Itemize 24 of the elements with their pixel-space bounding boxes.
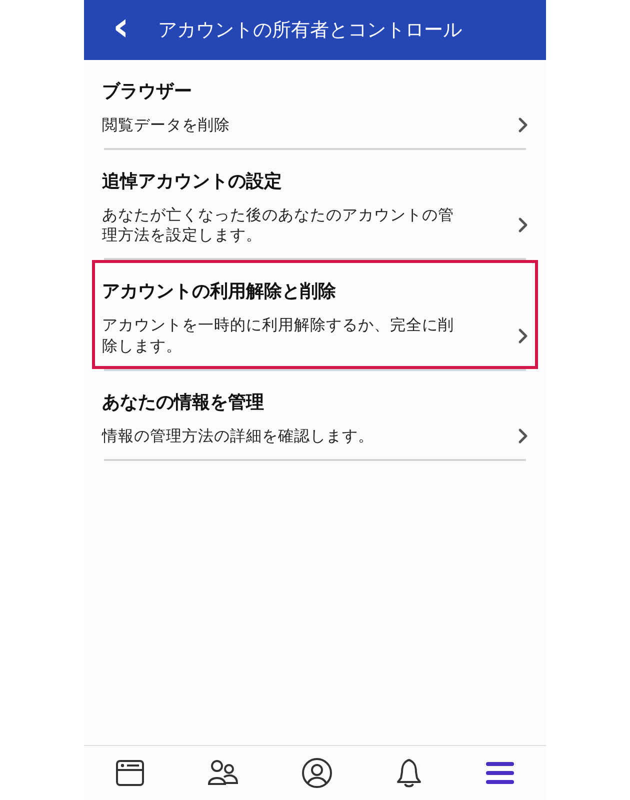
chevron-right-icon	[518, 217, 528, 234]
settings-section[interactable]: 追悼アカウントの設定 あなたが亡くなった後のあなたのアカウントの管理方法を設定します。	[92, 150, 538, 258]
section-description: あなたが亡くなった後のあなたのアカウントの管理方法を設定します。	[102, 205, 455, 246]
feed-icon	[115, 758, 145, 788]
bell-icon	[395, 757, 423, 789]
menu-icon	[485, 759, 515, 787]
chevron-right-icon	[518, 328, 528, 344]
section-description: アカウントを一時的に利用解除するか、完全に削除します。	[102, 315, 455, 356]
page-title: アカウントの所有者とコントロール	[158, 18, 462, 43]
section-description: 情報の管理方法の詳細を確認します。	[102, 426, 375, 446]
settings-section[interactable]: あなたの情報を管理 情報の管理方法の詳細を確認します。	[92, 370, 538, 459]
section-title: 追悼アカウントの設定	[102, 170, 283, 194]
profile-tab[interactable]	[299, 755, 335, 791]
section-title: ブラウザー	[102, 80, 193, 103]
profile-icon	[301, 757, 333, 789]
chevron-right-icon	[518, 428, 528, 444]
back-button[interactable]: ‹	[84, 7, 140, 53]
settings-section[interactable]: ブラウザー 閲覧データを削除	[92, 60, 538, 148]
people-icon	[207, 758, 239, 788]
section-title: アカウントの利用解除と削除	[102, 280, 337, 304]
section-title: あなたの情報を管理	[102, 390, 265, 414]
chevron-right-icon	[518, 117, 528, 134]
highlighted-section[interactable]: アカウントの利用解除と削除 アカウントを一時的に利用解除するか、完全に削除します。	[92, 260, 538, 369]
section-description: 閲覧データを削除	[102, 115, 231, 136]
